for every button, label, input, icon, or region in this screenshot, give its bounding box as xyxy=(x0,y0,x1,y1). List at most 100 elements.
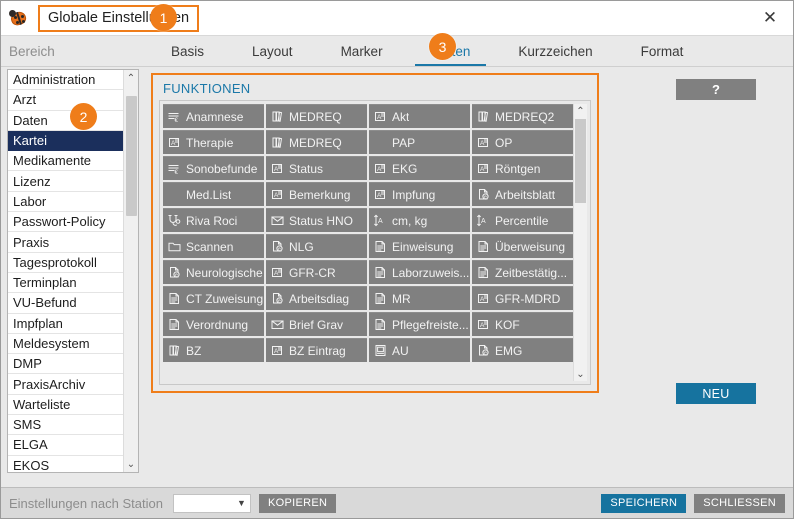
function-button[interactable]: Brief Grav xyxy=(266,312,367,336)
speichern-button[interactable]: SPEICHERN xyxy=(601,493,687,513)
sidebar-item-administration[interactable]: Administration xyxy=(8,70,123,91)
sidebar-item-kartei[interactable]: Kartei xyxy=(8,130,123,152)
function-button[interactable]: Status HNO xyxy=(266,208,367,232)
scroll-up-icon[interactable]: ⌃ xyxy=(124,70,138,86)
function-button[interactable]: MR xyxy=(369,286,470,310)
close-icon[interactable]: ✕ xyxy=(747,1,793,34)
function-button[interactable]: Überweisung xyxy=(472,234,573,258)
scroll-down-icon[interactable]: ⌄ xyxy=(124,456,138,472)
function-button[interactable]: Scannen xyxy=(163,234,264,258)
function-button[interactable]: A Status xyxy=(266,156,367,180)
fn-scroll-up-icon[interactable]: ⌃ xyxy=(574,104,587,118)
function-button[interactable]: A Impfung xyxy=(369,182,470,206)
form-icon xyxy=(168,318,181,331)
sidebar-item-terminplan[interactable]: Terminplan xyxy=(8,273,123,294)
tab-kurzzeichen[interactable]: Kurzzeichen xyxy=(494,36,616,66)
sidebar-item-dmp[interactable]: DMP xyxy=(8,354,123,375)
function-button[interactable]: AU xyxy=(369,338,470,362)
sidebar-item-passwort-policy[interactable]: Passwort-Policy xyxy=(8,212,123,233)
function-button[interactable]: Verordnung xyxy=(163,312,264,336)
function-button[interactable]: Einweisung xyxy=(369,234,470,258)
function-button[interactable]: Riva Roci xyxy=(163,208,264,232)
function-button[interactable]: MEDREQ2 xyxy=(472,104,573,128)
function-button[interactable]: CT Zuweisung xyxy=(163,286,264,310)
station-label: Einstellungen nach Station xyxy=(9,495,163,511)
function-button[interactable]: MEDREQ xyxy=(266,130,367,154)
sidebar-item-label: PraxisArchiv xyxy=(13,376,86,392)
sidebar-item-praxisarchiv[interactable]: PraxisArchiv xyxy=(8,374,123,395)
tab-format[interactable]: Format xyxy=(617,36,708,66)
sidebar-item-labor[interactable]: Labor xyxy=(8,192,123,213)
tab-basis[interactable]: Basis xyxy=(147,36,228,66)
fn-scrollbar-thumb[interactable] xyxy=(575,119,586,203)
function-button[interactable]: Zeitbestätig... xyxy=(472,260,573,284)
function-button[interactable]: BZ xyxy=(163,338,264,362)
function-button-label: MR xyxy=(392,291,411,306)
sidebar-item-medikamente[interactable]: Medikamente xyxy=(8,151,123,172)
svg-text:A: A xyxy=(377,114,382,121)
function-button[interactable]: A OP xyxy=(472,130,573,154)
sidebar-item-meldesystem[interactable]: Meldesystem xyxy=(8,334,123,355)
function-button[interactable]: A KOF xyxy=(472,312,573,336)
function-button[interactable]: A Percentile xyxy=(472,208,573,232)
function-button[interactable]: € Anamnese xyxy=(163,104,264,128)
function-button[interactable]: PAP xyxy=(369,130,470,154)
function-button-label: GFR-CR xyxy=(289,265,336,280)
scrollbar-thumb[interactable] xyxy=(125,96,137,216)
function-button[interactable]: Acm, kg xyxy=(369,208,470,232)
chevron-down-icon: ▼ xyxy=(237,498,246,508)
sidebar-item-tagesprotokoll[interactable]: Tagesprotokoll xyxy=(8,253,123,273)
bereich-scrollbar[interactable]: ⌃ ⌄ xyxy=(123,70,138,472)
function-button[interactable]: A BZ Eintrag xyxy=(266,338,367,362)
function-button[interactable]: e Arbeitsblatt xyxy=(472,182,573,206)
sidebar-item-arzt[interactable]: Arzt xyxy=(8,90,123,111)
text-card-icon: A xyxy=(374,162,387,175)
tab-marker[interactable]: Marker xyxy=(317,36,407,66)
function-button[interactable]: e Arbeitsdiag xyxy=(266,286,367,310)
function-button[interactable]: A Akt xyxy=(369,104,470,128)
function-button[interactable]: Laborzuweis... xyxy=(369,260,470,284)
function-button[interactable]: e NLG xyxy=(266,234,367,258)
help-button[interactable]: ? xyxy=(676,79,756,100)
sidebar-item-praxis[interactable]: Praxis xyxy=(8,232,123,253)
sidebar-item-vu-befund[interactable]: VU-Befund xyxy=(8,293,123,314)
sidebar-item-label: Daten xyxy=(13,112,48,128)
function-button[interactable]: e Neurologische xyxy=(163,260,264,284)
function-button[interactable]: A Röntgen xyxy=(472,156,573,180)
sidebar-item-ekos[interactable]: EKOS xyxy=(8,456,123,472)
function-button[interactable]: A Bemerkung xyxy=(266,182,367,206)
fn-scroll-down-icon[interactable]: ⌄ xyxy=(574,367,587,381)
function-button[interactable]: e EMG xyxy=(472,338,573,362)
form-icon xyxy=(374,240,387,253)
function-button[interactable]: A GFR-MDRD xyxy=(472,286,573,310)
bereich-list: Administration Arzt Daten Kartei Medikamente… xyxy=(7,69,139,473)
function-button[interactable]: A EKG xyxy=(369,156,470,180)
sidebar-item-sms[interactable]: SMS xyxy=(8,415,123,436)
sidebar-item-label: SMS xyxy=(13,417,42,433)
sidebar-item-impfplan[interactable]: Impfplan xyxy=(8,314,123,334)
station-select[interactable]: ▼ xyxy=(172,493,251,513)
sidebar-item-daten[interactable]: Daten xyxy=(8,111,123,131)
function-button[interactable]: € Sonobefunde xyxy=(163,156,264,180)
function-button-label: Scannen xyxy=(186,239,234,254)
function-button[interactable]: Pflegefreiste... xyxy=(369,312,470,336)
sidebar-item-warteliste[interactable]: Warteliste xyxy=(8,395,123,416)
no-icon xyxy=(374,136,387,149)
form-icon xyxy=(477,266,490,279)
sidebar-item-lizenz[interactable]: Lizenz xyxy=(8,171,123,192)
kopieren-button[interactable]: KOPIEREN xyxy=(258,493,337,513)
neu-button[interactable]: NEU xyxy=(676,383,756,404)
text-card-icon: A xyxy=(271,188,284,201)
schliessen-button[interactable]: SCHLIESSEN xyxy=(694,493,785,513)
function-button[interactable]: MEDREQ xyxy=(266,104,367,128)
function-button-label: OP xyxy=(495,135,513,150)
function-button[interactable]: Med.List xyxy=(163,182,264,206)
function-button[interactable]: A Therapie xyxy=(163,130,264,154)
function-button[interactable]: A GFR-CR xyxy=(266,260,367,284)
svg-text:A: A xyxy=(480,166,485,173)
tab-layout[interactable]: Layout xyxy=(228,36,317,66)
sidebar-item-elga[interactable]: ELGA xyxy=(8,435,123,456)
funktionen-scrollbar[interactable]: ⌃ ⌄ xyxy=(573,104,587,381)
sidebar-item-label: DMP xyxy=(13,356,42,372)
envelope-icon xyxy=(271,214,284,227)
